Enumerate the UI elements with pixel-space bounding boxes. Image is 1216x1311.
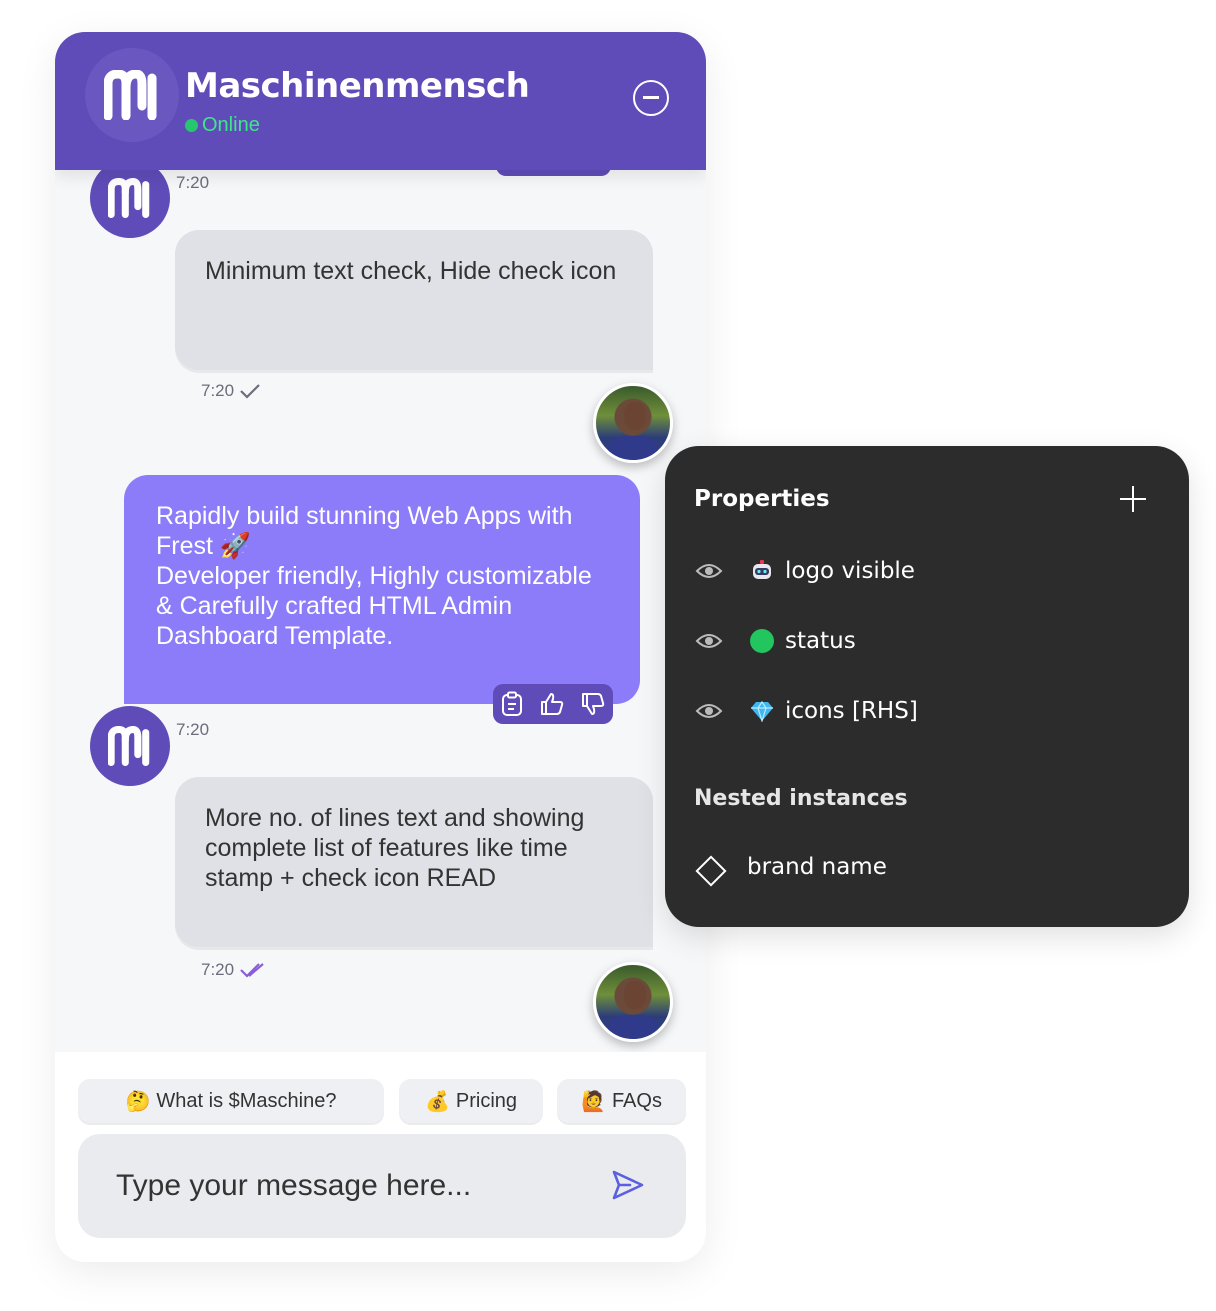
message-time: 7:20 bbox=[176, 173, 210, 192]
brand-logo-icon bbox=[108, 178, 150, 218]
quick-reply-label: FAQs bbox=[611, 1089, 662, 1112]
quick-reply-label: Pricing bbox=[455, 1089, 518, 1112]
user-avatar bbox=[593, 962, 673, 1042]
composer-area: 🤔 What is $Maschine? 💰 Pricing 🙋 FAQs bbox=[55, 1052, 706, 1262]
brand-logo-icon bbox=[108, 726, 150, 766]
raising-hand-icon: 🙋 bbox=[581, 1089, 606, 1113]
thumbs-up-icon[interactable] bbox=[539, 691, 565, 717]
quick-reply-what-is[interactable]: 🤔 What is $Maschine? bbox=[78, 1079, 384, 1123]
eye-icon[interactable] bbox=[695, 561, 723, 581]
brand-logo bbox=[85, 48, 179, 142]
property-label: icons [RHS] bbox=[785, 698, 918, 724]
quick-reply-pricing[interactable]: 💰 Pricing bbox=[399, 1079, 543, 1123]
chat-header: Maschinenmensch Online bbox=[55, 32, 706, 170]
message-time: 7:20 bbox=[176, 720, 210, 739]
eye-icon[interactable] bbox=[695, 701, 723, 721]
message-time: 7:20 bbox=[201, 381, 235, 400]
green-dot-icon bbox=[749, 628, 775, 654]
quick-reply-label: What is $Maschine? bbox=[156, 1089, 337, 1112]
property-status[interactable]: status bbox=[695, 621, 856, 661]
panel-title: Properties bbox=[694, 486, 830, 512]
minimize-button[interactable] bbox=[633, 80, 669, 116]
thumbs-down-icon[interactable] bbox=[580, 691, 606, 717]
message-input[interactable] bbox=[78, 1134, 686, 1238]
nested-instance-brand-name[interactable]: brand name bbox=[747, 854, 887, 880]
online-status-label: Online bbox=[202, 114, 260, 136]
brand-name: Maschinenmensch bbox=[185, 66, 530, 106]
bot-message-bubble: Rapidly build stunning Web Apps with Fre… bbox=[124, 475, 640, 704]
message-text: Rapidly build stunning Web Apps with Fre… bbox=[156, 502, 573, 560]
robot-icon bbox=[749, 558, 775, 584]
bot-avatar bbox=[90, 158, 170, 238]
quick-reply-faqs[interactable]: 🙋 FAQs bbox=[557, 1079, 686, 1123]
add-property-icon[interactable] bbox=[1120, 486, 1146, 512]
online-dot-icon bbox=[185, 119, 198, 132]
message-text: Developer friendly, Highly customizable … bbox=[156, 562, 592, 650]
thinking-face-icon: 🤔 bbox=[125, 1089, 151, 1113]
diamond-icon bbox=[695, 855, 727, 887]
chat-window: Maschinenmensch Online 7:20 Minimum text… bbox=[55, 32, 706, 1262]
user-message-bubble: More no. of lines text and showing compl… bbox=[175, 777, 653, 947]
property-icons-rhs[interactable]: icons [RHS] bbox=[695, 691, 918, 731]
copy-icon[interactable] bbox=[500, 691, 524, 717]
eye-icon[interactable] bbox=[695, 631, 723, 651]
online-status: Online bbox=[185, 114, 260, 137]
send-icon[interactable] bbox=[610, 1167, 646, 1203]
read-double-check-icon bbox=[240, 963, 264, 978]
properties-panel: Properties logo visible status icons [RH… bbox=[665, 446, 1189, 927]
property-logo-visible[interactable]: logo visible bbox=[695, 551, 915, 591]
brand-logo-icon bbox=[104, 70, 157, 120]
property-label: logo visible bbox=[785, 558, 915, 584]
bot-avatar bbox=[90, 706, 170, 786]
nested-instances-heading: Nested instances bbox=[694, 786, 908, 811]
message-text: More no. of lines text and showing compl… bbox=[205, 804, 585, 892]
sent-check-icon bbox=[240, 384, 260, 399]
message-text: Minimum text check, Hide check icon bbox=[205, 257, 617, 285]
property-label: status bbox=[785, 628, 856, 654]
user-message-bubble: Minimum text check, Hide check icon bbox=[175, 230, 653, 370]
gem-icon bbox=[749, 698, 775, 724]
user-avatar bbox=[593, 383, 673, 463]
money-bag-icon: 💰 bbox=[424, 1089, 450, 1113]
message-reactions bbox=[493, 684, 613, 724]
message-time: 7:20 bbox=[201, 960, 235, 979]
